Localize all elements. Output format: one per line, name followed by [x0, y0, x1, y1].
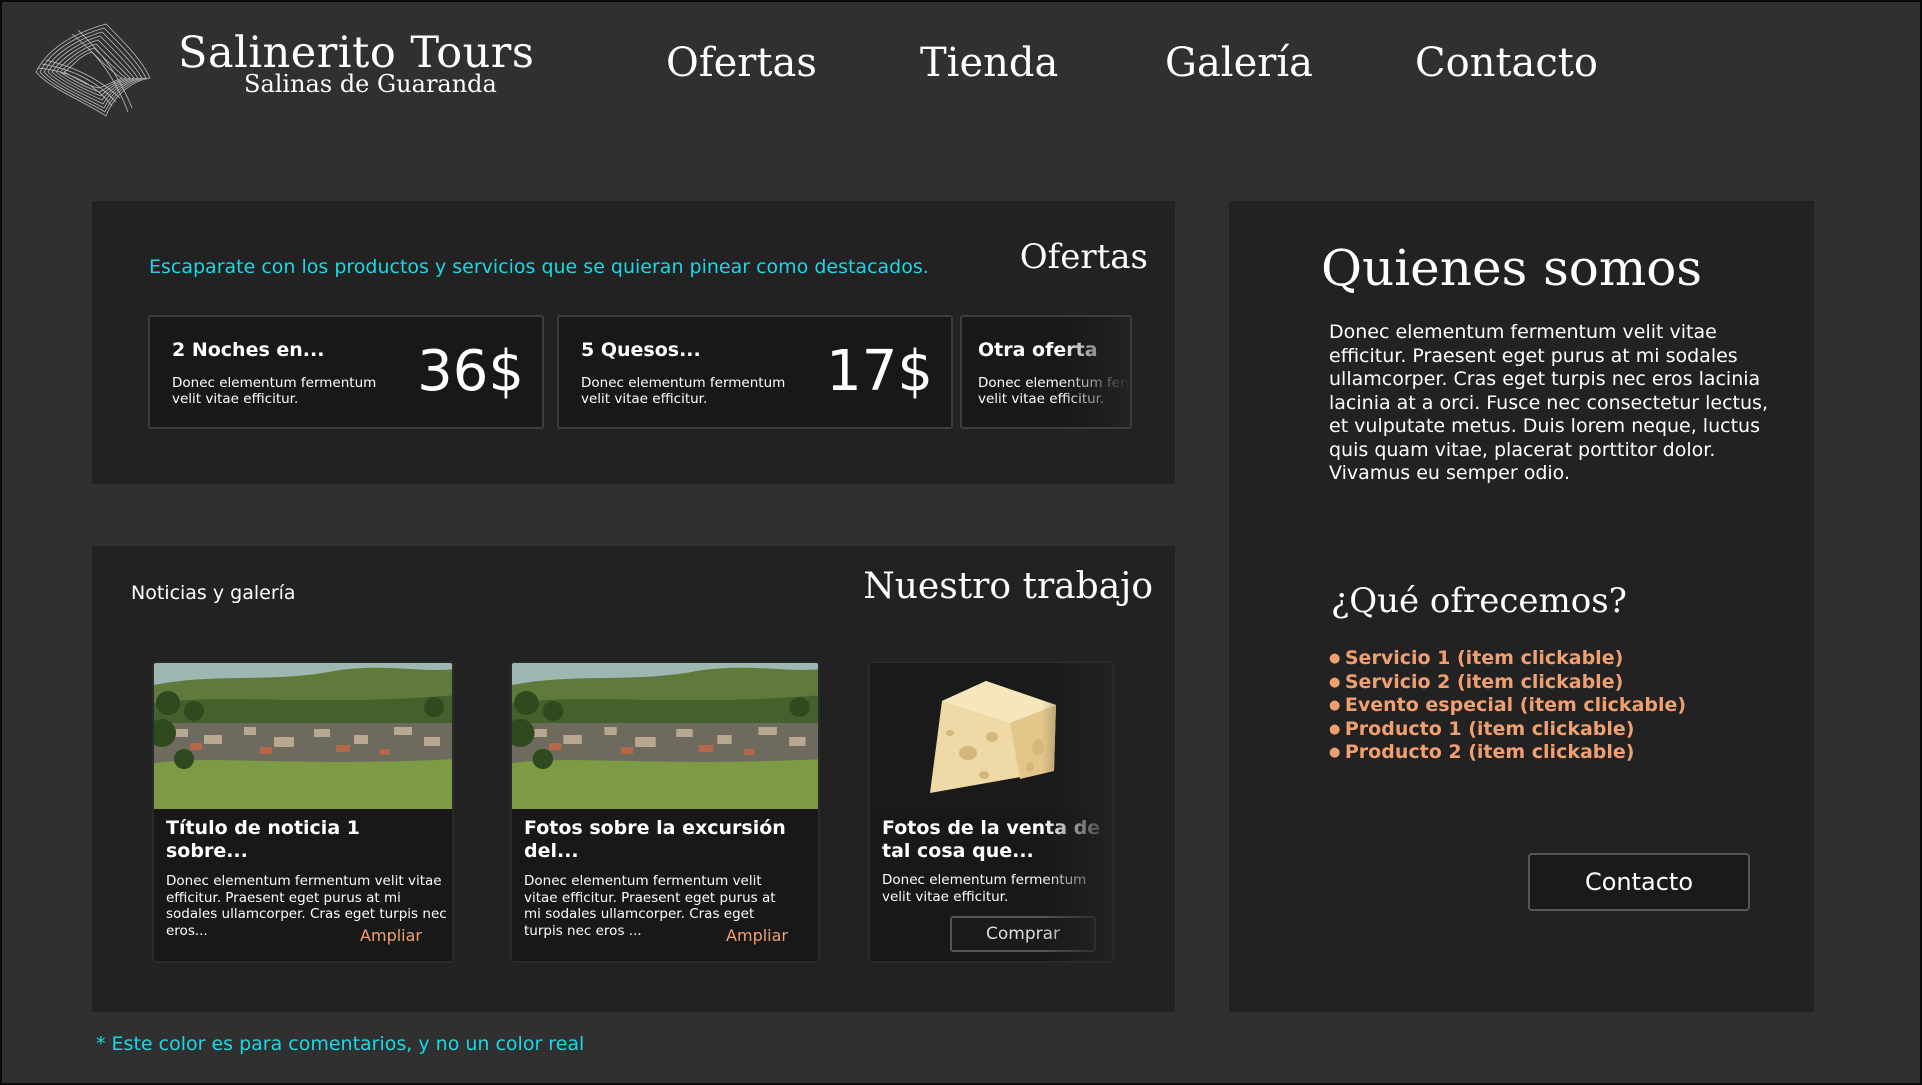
comment-color-footnote: * Este color es para comentarios, y no u…	[96, 1033, 585, 1055]
nav-galeria[interactable]: Galería	[1165, 40, 1313, 86]
service-item[interactable]: Servicio 1 (item clickable)	[1329, 647, 1686, 671]
about-title: Quienes somos	[1321, 239, 1703, 297]
news-title: Título de noticia 1 sobre...	[166, 817, 360, 862]
offers-comment: Escaparate con los productos y servicios…	[149, 256, 929, 278]
expand-link[interactable]: Ampliar	[360, 926, 422, 945]
buy-button[interactable]: Comprar	[950, 916, 1096, 952]
offer-card[interactable]: 5 Quesos... Donec elementum fermentum ve…	[557, 315, 953, 429]
product-item[interactable]: Producto 2 (item clickable)	[1329, 741, 1686, 765]
offer-price: 36$	[417, 339, 524, 404]
village-landscape-photo	[154, 663, 452, 809]
news-title: Fotos sobre la excursión del...	[524, 817, 786, 862]
about-text: Donec elementum fermentum velit vitae ef…	[1329, 321, 1768, 484]
offers-panel: Escaparate con los productos y servicios…	[92, 201, 1175, 484]
offer-description: Donec elementum fermentum velit vitae ef…	[978, 375, 1130, 407]
brand-subtitle: Salinas de Guaranda	[244, 70, 497, 98]
about-panel: Quienes somos Donec elementum fermentum …	[1229, 201, 1814, 1012]
village-landscape-photo	[512, 663, 818, 809]
cheese-wedge-photo	[870, 663, 1112, 809]
expand-link[interactable]: Ampliar	[726, 926, 788, 945]
news-description: Donec elementum fermentum velit vitae ef…	[882, 872, 1087, 905]
offer-card[interactable]: 2 Noches en... Donec elementum fermentum…	[148, 315, 544, 429]
news-card[interactable]: Título de noticia 1 sobre... Donec eleme…	[152, 661, 454, 963]
product-item[interactable]: Producto 1 (item clickable)	[1329, 718, 1686, 742]
news-card[interactable]: Fotos sobre la excursión del... Donec el…	[510, 661, 820, 963]
news-title: Fotos de la venta de tal cosa que...	[882, 817, 1101, 862]
work-panel: Noticias y galería Nuestro trabajo Títul…	[92, 546, 1175, 1012]
news-gallery-label: Noticias y galería	[131, 582, 296, 604]
offer-title: 2 Noches en...	[172, 339, 325, 361]
work-heading: Nuestro trabajo	[863, 566, 1153, 607]
services-heading: ¿Qué ofrecemos?	[1331, 581, 1627, 621]
offer-title: Otra oferta	[978, 339, 1098, 361]
event-item[interactable]: Evento especial (item clickable)	[1329, 694, 1686, 718]
services-list: Servicio 1 (item clickable) Servicio 2 (…	[1329, 647, 1686, 765]
offer-price: 17$	[826, 339, 933, 404]
wave-ribbon-logo-icon[interactable]	[32, 20, 154, 120]
offer-title: 5 Quesos...	[581, 339, 701, 361]
nav-ofertas[interactable]: Ofertas	[666, 40, 817, 86]
news-card[interactable]: Fotos de la venta de tal cosa que... Don…	[868, 661, 1114, 963]
offer-description: Donec elementum fermentum velit vitae ef…	[172, 375, 377, 407]
service-item[interactable]: Servicio 2 (item clickable)	[1329, 671, 1686, 695]
nav-contacto[interactable]: Contacto	[1415, 40, 1598, 86]
nav-tienda[interactable]: Tienda	[920, 40, 1058, 86]
offer-card[interactable]: Otra oferta Donec elementum fermentum ve…	[960, 315, 1132, 429]
contact-button[interactable]: Contacto	[1528, 853, 1750, 911]
offers-heading: Ofertas	[1019, 237, 1148, 277]
offer-description: Donec elementum fermentum velit vitae ef…	[581, 375, 786, 407]
